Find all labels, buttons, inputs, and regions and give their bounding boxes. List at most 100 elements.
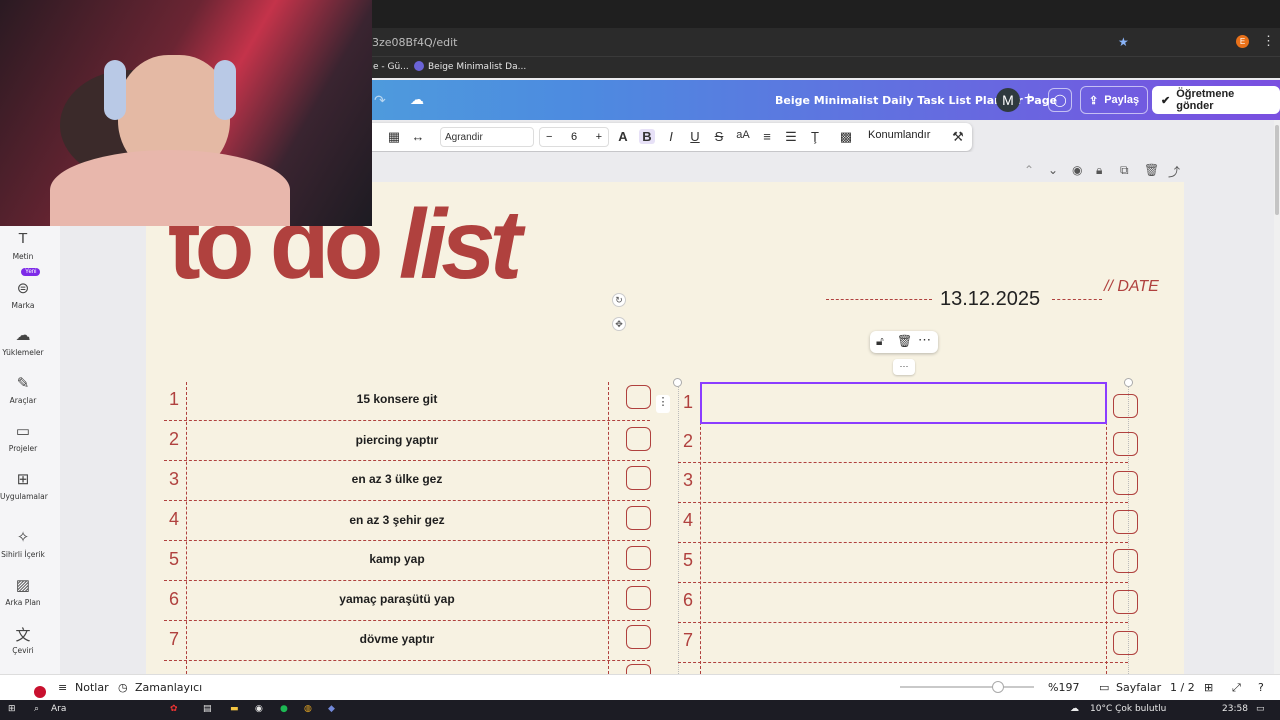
notes-button[interactable]: Notlar [75, 681, 109, 694]
move-handle-icon[interactable]: ✥ [612, 317, 626, 331]
task-checkbox[interactable] [626, 466, 651, 490]
transparency-icon[interactable]: ▩ [838, 129, 854, 145]
table-icon[interactable]: ▦ [386, 129, 402, 145]
fullscreen-icon[interactable]: ⤢ [1232, 681, 1241, 695]
more-options-icon[interactable]: ⋮ [656, 395, 670, 413]
task-text[interactable]: 15 konsere git [187, 392, 607, 406]
task-checkbox[interactable] [1113, 549, 1138, 573]
font-family-select[interactable]: Agrandir [440, 127, 534, 147]
font-size-stepper[interactable]: − 6 + [539, 127, 609, 147]
grid-view-icon[interactable]: ⊞ [1204, 681, 1213, 694]
sidebar-item-apps[interactable]: ⊞ Uygulamalar [0, 470, 48, 501]
task-checkbox[interactable] [626, 546, 651, 570]
sidebar-item-tools[interactable]: ✎ Araçlar [0, 374, 46, 405]
cloud-save-icon[interactable]: ☁ [410, 91, 424, 108]
decrease-size-icon[interactable]: − [546, 131, 552, 143]
taskbar-search[interactable]: Ara [51, 704, 66, 714]
italic-icon[interactable]: I [663, 129, 679, 144]
duplicate-page-icon[interactable]: ⧉ [1120, 163, 1129, 178]
send-to-teacher-button[interactable]: ✔ Öğretmene gönder [1152, 86, 1280, 114]
align-center-icon[interactable]: ≡ [759, 129, 775, 144]
lock-icon[interactable]: 🔓︎ [876, 334, 884, 349]
lock-page-icon[interactable]: 🔒︎ [1096, 163, 1102, 178]
increase-size-icon[interactable]: + [596, 131, 602, 143]
task-checkbox[interactable] [626, 427, 651, 451]
weather-icon[interactable]: ☁ [1070, 704, 1079, 714]
delete-page-icon[interactable]: 🗑︎ [1144, 163, 1159, 177]
strikethrough-icon[interactable]: S [711, 129, 727, 144]
notification-icon[interactable]: ▭ [1256, 704, 1265, 714]
task-checkbox[interactable] [626, 506, 651, 530]
trash-icon[interactable]: 🗑︎ [897, 334, 912, 348]
zoom-slider[interactable] [900, 686, 1034, 688]
widget-icon[interactable]: ✿ [170, 704, 178, 714]
task-view-icon[interactable]: ▤ [203, 704, 212, 714]
task-text[interactable]: dövme yaptır [187, 632, 607, 646]
task-text[interactable]: en az 3 şehir gez [187, 513, 607, 527]
sidebar-item-projects[interactable]: ▭ Projeler [0, 422, 46, 453]
clock-text[interactable]: 23:58 [1222, 704, 1248, 714]
profile-avatar-icon[interactable]: E [1236, 35, 1249, 48]
font-size-value[interactable]: 6 [571, 131, 577, 143]
bookmark-star-icon[interactable]: ★ [1118, 35, 1129, 49]
help-icon[interactable]: ? [1258, 681, 1264, 694]
browser-menu-icon[interactable]: ⋮ [1262, 33, 1275, 49]
task-checkbox[interactable] [626, 625, 651, 649]
resize-handle[interactable] [1124, 378, 1133, 387]
underline-icon[interactable]: U [687, 129, 703, 144]
task-text[interactable]: kamp yap [187, 552, 607, 566]
task-checkbox[interactable] [1113, 394, 1138, 418]
file-explorer-icon[interactable]: ▬ [230, 704, 239, 714]
task-checkbox[interactable] [1113, 471, 1138, 495]
resize-handle[interactable] [673, 378, 682, 387]
element-more-icon[interactable]: ··· [893, 359, 915, 375]
weather-text[interactable]: 10°C Çok bulutlu [1090, 704, 1166, 714]
text-spacing-icon[interactable]: Ţ [807, 129, 823, 144]
url-text[interactable]: 3ze08Bf4Q/edit [372, 36, 457, 49]
task-checkbox[interactable] [1113, 432, 1138, 456]
position-button[interactable]: Konumlandır [868, 129, 930, 141]
more-icon[interactable]: ⋯ [918, 332, 931, 348]
copy-style-icon[interactable]: ⚒ [950, 129, 966, 145]
task-checkbox[interactable] [626, 385, 651, 409]
notes-icon[interactable]: ≡ [58, 681, 67, 694]
pages-button[interactable]: Sayfalar [1116, 681, 1161, 694]
zoom-slider-thumb[interactable] [992, 681, 1004, 693]
selected-text-box[interactable] [700, 382, 1107, 424]
task-checkbox[interactable] [1113, 590, 1138, 614]
redo-icon[interactable]: ↷ [374, 92, 386, 109]
task-checkbox[interactable] [1113, 510, 1138, 534]
task-checkbox[interactable] [1113, 631, 1138, 655]
app-icon[interactable]: ◉ [255, 704, 263, 714]
task-checkbox[interactable] [626, 664, 651, 674]
text-color-icon[interactable]: A [615, 129, 631, 144]
spacing-icon[interactable]: ↔ [410, 129, 426, 144]
task-checkbox[interactable] [626, 586, 651, 610]
sidebar-item-translate[interactable]: 文 Çeviri [0, 624, 46, 655]
chrome-icon[interactable]: ◍ [304, 704, 312, 714]
hide-page-icon[interactable]: ◉ [1072, 163, 1082, 177]
user-avatar[interactable]: M [996, 88, 1020, 112]
sidebar-item-uploads[interactable]: ☁ Yüklemeler [0, 326, 46, 357]
task-text[interactable]: yamaç paraşütü yap [187, 592, 607, 606]
chevron-up-icon[interactable]: ⌃ [1024, 163, 1034, 177]
add-collaborator-icon[interactable]: + [1024, 90, 1033, 108]
date-label[interactable]: // DATE [1104, 278, 1159, 296]
list-icon[interactable]: ☰ [783, 129, 799, 145]
bookmark-item[interactable]: e - Gü... [373, 62, 409, 72]
discord-icon[interactable]: ◆ [328, 704, 335, 714]
timer-button[interactable]: Zamanlayıcı [135, 681, 202, 694]
task-text[interactable]: piercing yaptır [187, 433, 607, 447]
chevron-down-icon[interactable]: ⌄ [1048, 163, 1058, 177]
rotate-handle-icon[interactable]: ↻ [612, 293, 626, 307]
timer-icon[interactable]: ◷ [118, 681, 128, 694]
bookmark-item[interactable]: Beige Minimalist Da... [428, 62, 526, 72]
search-icon[interactable]: ⌕ [34, 704, 39, 714]
task-text[interactable]: en az 3 ülke gez [187, 472, 607, 486]
sidebar-item-text[interactable]: T Metin [0, 230, 46, 261]
sidebar-item-background[interactable]: ▨ Arka Plan [0, 576, 46, 607]
add-page-icon[interactable]: ⤴ [1168, 163, 1180, 180]
pages-icon[interactable]: ▭ [1099, 681, 1109, 694]
bold-icon[interactable]: B [639, 129, 655, 144]
date-value[interactable]: 13.12.2025 [940, 288, 1040, 311]
